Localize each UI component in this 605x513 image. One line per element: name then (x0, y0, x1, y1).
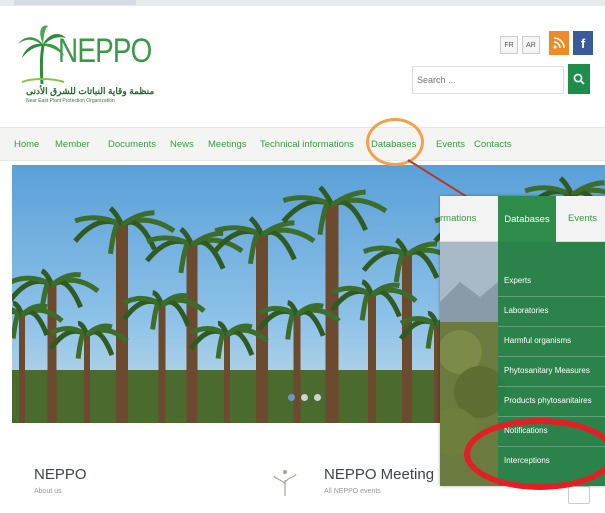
facebook-icon[interactable]: f (573, 31, 593, 55)
dropdown-separator (498, 356, 605, 357)
dropdown-item-laboratories[interactable]: Laboratories (504, 306, 548, 315)
top-tab (14, 0, 136, 5)
slider-dot[interactable] (301, 394, 308, 401)
slider-dot[interactable] (288, 394, 295, 401)
dropdown-separator (498, 386, 605, 387)
main-nav: Home Member Documents News Meetings Tech… (0, 127, 605, 161)
nav-technical-informations[interactable]: Technical informations (260, 139, 354, 150)
language-switcher: FR AR (500, 36, 540, 54)
dropdown-item-experts[interactable]: Experts (504, 276, 531, 285)
annotation-circle-red (464, 418, 605, 490)
nav-events[interactable]: Events (436, 139, 465, 150)
nav-news[interactable]: News (170, 139, 194, 150)
dropdown-item-phytosanitary-measures[interactable]: Phytosanitary Measures (504, 366, 590, 375)
dropdown-item-harmful-organisms[interactable]: Harmful organisms (504, 336, 571, 345)
inset-nav-databases[interactable]: Databases (498, 196, 556, 242)
annotation-circle-orange (366, 118, 424, 166)
rss-icon[interactable] (549, 31, 569, 55)
nav-documents[interactable]: Documents (108, 139, 156, 150)
nav-contacts[interactable]: Contacts (474, 139, 512, 150)
logo-subtitle: Near East Plant Protection Organization (26, 98, 115, 104)
logo-arabic-text: منظمة وقاية النباتات للشرق الأدنى (26, 86, 155, 96)
nav-home[interactable]: Home (14, 139, 39, 150)
inset-nav: rmations Databases Events (440, 196, 605, 242)
slider-dot[interactable] (314, 394, 321, 401)
inset-nav-informations[interactable]: rmations (440, 213, 476, 224)
card-subtitle-events: All NEPPO events (324, 488, 381, 495)
dropdown-separator (498, 296, 605, 297)
top-bar (0, 0, 605, 6)
lang-button-fr[interactable]: FR (500, 36, 518, 54)
search-input[interactable] (412, 66, 564, 94)
slider-dots (288, 394, 321, 401)
nav-member[interactable]: Member (55, 139, 90, 150)
neppo-logo[interactable]: NEPPO منظمة وقاية النباتات للشرق الأدنى … (18, 24, 154, 106)
nav-meetings[interactable]: Meetings (208, 139, 247, 150)
dropdown-separator (498, 326, 605, 327)
leaf-icon (273, 470, 297, 496)
dropdown-separator (498, 416, 605, 417)
dropdown-item-products-phytosanitaires[interactable]: Products phytosanitaires (504, 396, 592, 405)
card-title-meeting[interactable]: NEPPO Meeting (324, 466, 434, 483)
search-icon (573, 73, 585, 85)
card-subtitle-about: About us (34, 488, 62, 495)
lang-button-ar[interactable]: AR (522, 36, 540, 54)
inset-nav-events[interactable]: Events (568, 213, 597, 224)
logo-brand-text: NEPPO (58, 32, 152, 70)
menu-icon[interactable] (568, 486, 590, 504)
card-title-neppo[interactable]: NEPPO (34, 466, 87, 483)
search-button[interactable] (568, 64, 590, 94)
